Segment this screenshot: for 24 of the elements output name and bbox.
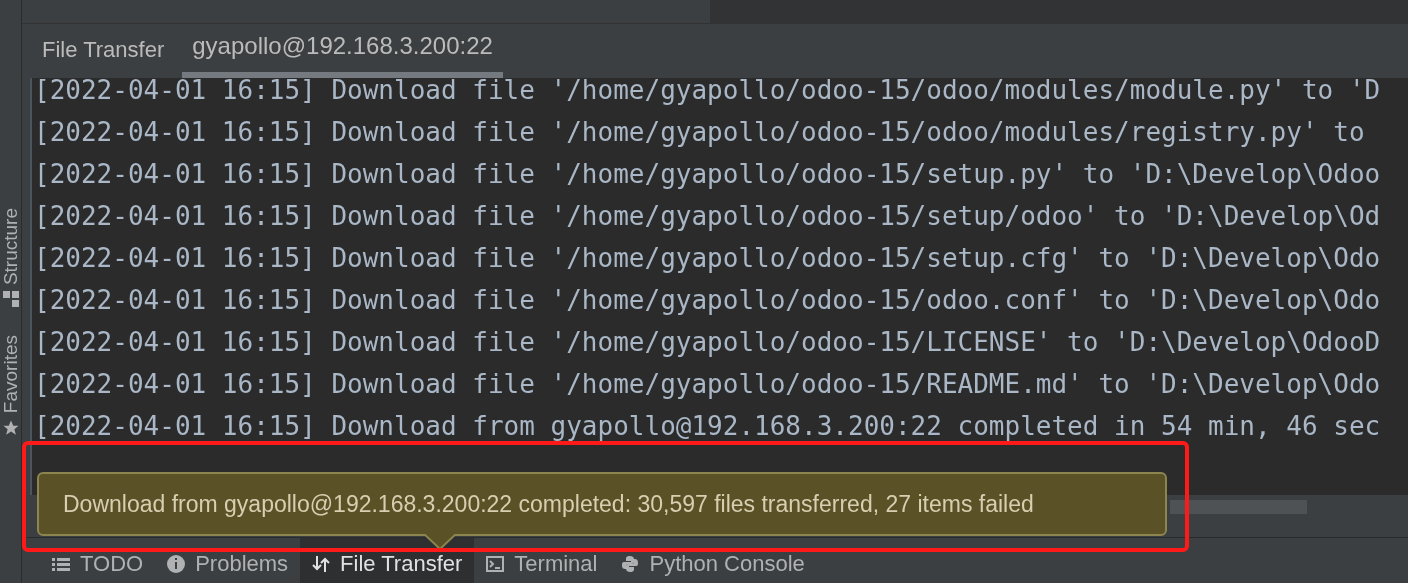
- log-line: [2022-04-01 16:15] Download file '/home/gyapollo/odoo-15/odoo/modules/module.py' to 'D: [34, 78, 1381, 107]
- side-panel-tab[interactable]: Structure: [1, 208, 20, 286]
- log-line: [2022-04-01 16:15] Download from gyapollo@192.168.3.200:22 completed in 54 min, 46 sec: [34, 410, 1381, 443]
- log-line: [2022-04-01 16:15] Download file '/home/gyapollo/odoo-15/odoo/modules/registry.py' to: [34, 116, 1365, 149]
- log-line: [2022-04-01 16:15] Download file '/home/gyapollo/odoo-15/setup/odoo' to 'D:\Develop\Od: [34, 200, 1381, 233]
- horizontal-scrollbar[interactable]: [1170, 500, 1307, 514]
- side-panel-tab[interactable]: Favorites: [1, 335, 20, 414]
- tool-window-tab[interactable]: TODO: [40, 538, 156, 583]
- log-line: [2022-04-01 16:15] Download file '/home/gyapollo/odoo-15/setup.py' to 'D:\Develop\Odoo: [34, 158, 1381, 191]
- tool-window-tab[interactable]: Terminal: [474, 538, 610, 583]
- log-line: [2022-04-01 16:15] Download file '/home/gyapollo/odoo-15/LICENSE' to 'D:\Develop\OdooD: [34, 326, 1381, 359]
- list-icon: [52, 556, 70, 571]
- tool-window-tab[interactable]: Python Console: [609, 538, 817, 583]
- tool-window-tab[interactable]: Problems: [155, 538, 301, 583]
- python-icon: [621, 554, 640, 573]
- transfer-arrows-icon: [312, 554, 331, 573]
- log-line: [2022-04-01 16:15] Download file '/home/gyapollo/odoo-15/setup.cfg' to 'D:\Develop\Odo: [34, 242, 1381, 275]
- notification-text: Download from gyapollo@192.168.3.200:22 completed: 30,597 files transferred, 27 items failed: [63, 489, 1034, 519]
- tool-window-title: File Transfer: [42, 36, 166, 64]
- terminal-icon: [486, 555, 505, 572]
- log-line: [2022-04-01 16:15] Download file '/home/gyapollo/odoo-15/README.md' to 'D:\Develop\Odo: [34, 368, 1381, 401]
- log-line: [2022-04-01 16:15] Download file '/home/gyapollo/odoo-15/odoo.conf' to 'D:\Develop\Odo: [34, 284, 1381, 317]
- structure-icon: [2, 291, 19, 308]
- info-icon: [167, 554, 186, 573]
